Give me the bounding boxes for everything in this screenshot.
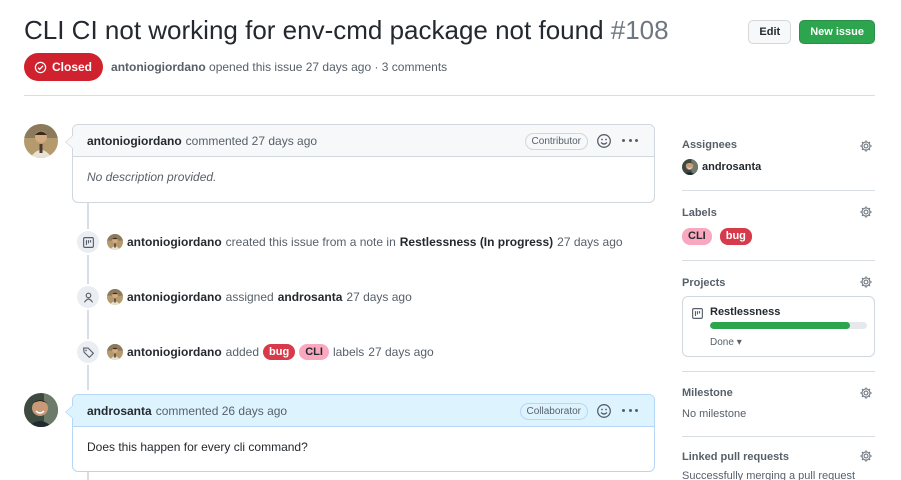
comment-body: Does this happen for every cli command? [87,440,308,454]
status-label: Closed [52,60,93,74]
label-bug[interactable]: bug [719,228,752,245]
comment: antoniogiordano commented 27 days ago Co… [65,124,655,203]
linked-prs-value: Successfully merging a pull request [682,470,856,480]
project-card[interactable]: Restlessness Done ▾ [682,296,875,357]
event-badge [75,229,101,255]
edit-button[interactable]: Edit [748,20,792,44]
label-list: CLI bug [682,228,756,245]
assignee-link[interactable]: androsanta [278,290,343,304]
sidebar-milestone: Milestone No milestone [682,372,875,437]
project-progress-bar [710,322,867,329]
new-issue-button[interactable]: New issue [799,20,875,44]
header-divider [24,95,875,96]
sidebar-assignees: Assignees androsanta [682,126,875,191]
project-status-dropdown[interactable]: Done ▾ [710,337,742,348]
issue-title: CLI CI not working for env-cmd package n… [24,12,669,48]
avatar[interactable] [24,393,58,427]
project-link[interactable]: Restlessness [400,235,477,249]
comment-time[interactable]: commented 26 days ago [156,404,287,418]
project-column: (In progress) [479,235,554,249]
project-progress-fill [710,322,850,329]
event-actor-link[interactable]: antoniogiordano [127,345,222,359]
role-badge: Collaborator [519,403,588,420]
avatar[interactable] [24,124,58,158]
avatar[interactable] [107,289,123,305]
project-status: Done [710,337,734,348]
sidebar-title: Labels [682,207,717,219]
event-actor-link[interactable]: antoniogiordano [127,235,222,249]
comment-body: No description provided. [87,170,217,184]
issue-author-link[interactable]: antoniogiordano [111,60,206,74]
header-actions: Edit New issue [748,20,875,44]
sidebar-linked-prs: Linked pull requests Successfully mergin… [682,437,875,480]
smiley-icon[interactable] [596,133,612,149]
comment-time[interactable]: commented 27 days ago [186,134,317,148]
event-text: labels [332,345,365,359]
event-time[interactable]: 27 days ago [368,345,433,359]
avatar[interactable] [107,234,123,250]
kebab-menu-icon[interactable] [622,409,638,413]
issue-title-text: CLI CI not working for env-cmd package n… [24,15,604,45]
sidebar-title: Linked pull requests [682,451,789,463]
label-cli[interactable]: CLI [682,228,712,245]
gear-icon[interactable] [859,275,873,289]
gear-icon[interactable] [859,449,873,463]
issue-number: #108 [610,15,669,45]
comment-author-link[interactable]: androsanta [87,404,152,418]
sidebar-projects: Projects Restlessness Done ▾ [682,261,875,372]
gear-icon[interactable] [859,386,873,400]
status-badge: Closed [24,53,104,81]
smiley-icon[interactable] [596,403,612,419]
issue-sidebar: Assignees androsanta Labels CLI bug Proj… [682,126,875,480]
sidebar-title: Projects [682,277,726,289]
event-badge [75,284,101,310]
issue-header: CLI CI not working for env-cmd package n… [24,12,875,52]
timeline-event: antoniogiordano added bug CLI labels 27 days … [75,339,438,365]
person-icon [83,292,93,303]
label-cli[interactable]: CLI [299,344,329,360]
issue-meta: Closed antoniogiordano opened this issue… [24,53,447,81]
role-badge: Contributor [524,133,588,150]
tag-icon [82,346,94,358]
label-bug[interactable]: bug [263,344,296,360]
issue-meta-text: antoniogiordano opened this issue 27 day… [111,60,447,74]
event-text: created this issue from a note in [225,235,396,249]
sidebar-labels: Labels CLI bug [682,191,875,261]
event-text: assigned [225,290,274,304]
project-icon [692,308,703,319]
sidebar-title: Milestone [682,387,733,399]
event-text: added [225,345,260,359]
issue-closed-icon [34,61,47,73]
project-name[interactable]: Restlessness [710,306,780,318]
comment-header: androsanta commented 26 days ago Collabo… [73,395,654,427]
comment-header: antoniogiordano commented 27 days ago Co… [73,125,654,157]
sidebar-title: Assignees [682,139,738,151]
assignee-item[interactable]: androsanta [682,159,761,175]
event-time[interactable]: 27 days ago [557,235,622,249]
event-badge [75,339,101,365]
avatar[interactable] [107,344,123,360]
event-actor-link[interactable]: antoniogiordano [127,290,222,304]
assignee-name: androsanta [702,161,762,173]
timeline-event: antoniogiordano created this issue from a… [75,229,627,255]
comment: androsanta commented 26 days ago Collabo… [65,394,655,472]
project-icon [82,236,94,248]
event-time[interactable]: 27 days ago [346,290,411,304]
kebab-menu-icon[interactable] [622,139,638,143]
caret-down-icon: ▾ [736,337,742,348]
gear-icon[interactable] [859,139,873,153]
gear-icon[interactable] [859,205,873,219]
timeline-event: antoniogiordano assigned androsanta 27 days… [75,284,416,310]
issue-opened-text: opened this issue 27 days ago · 3 commen… [209,60,448,74]
avatar [682,159,698,175]
comment-author-link[interactable]: antoniogiordano [87,134,182,148]
milestone-value: No milestone [682,408,747,420]
